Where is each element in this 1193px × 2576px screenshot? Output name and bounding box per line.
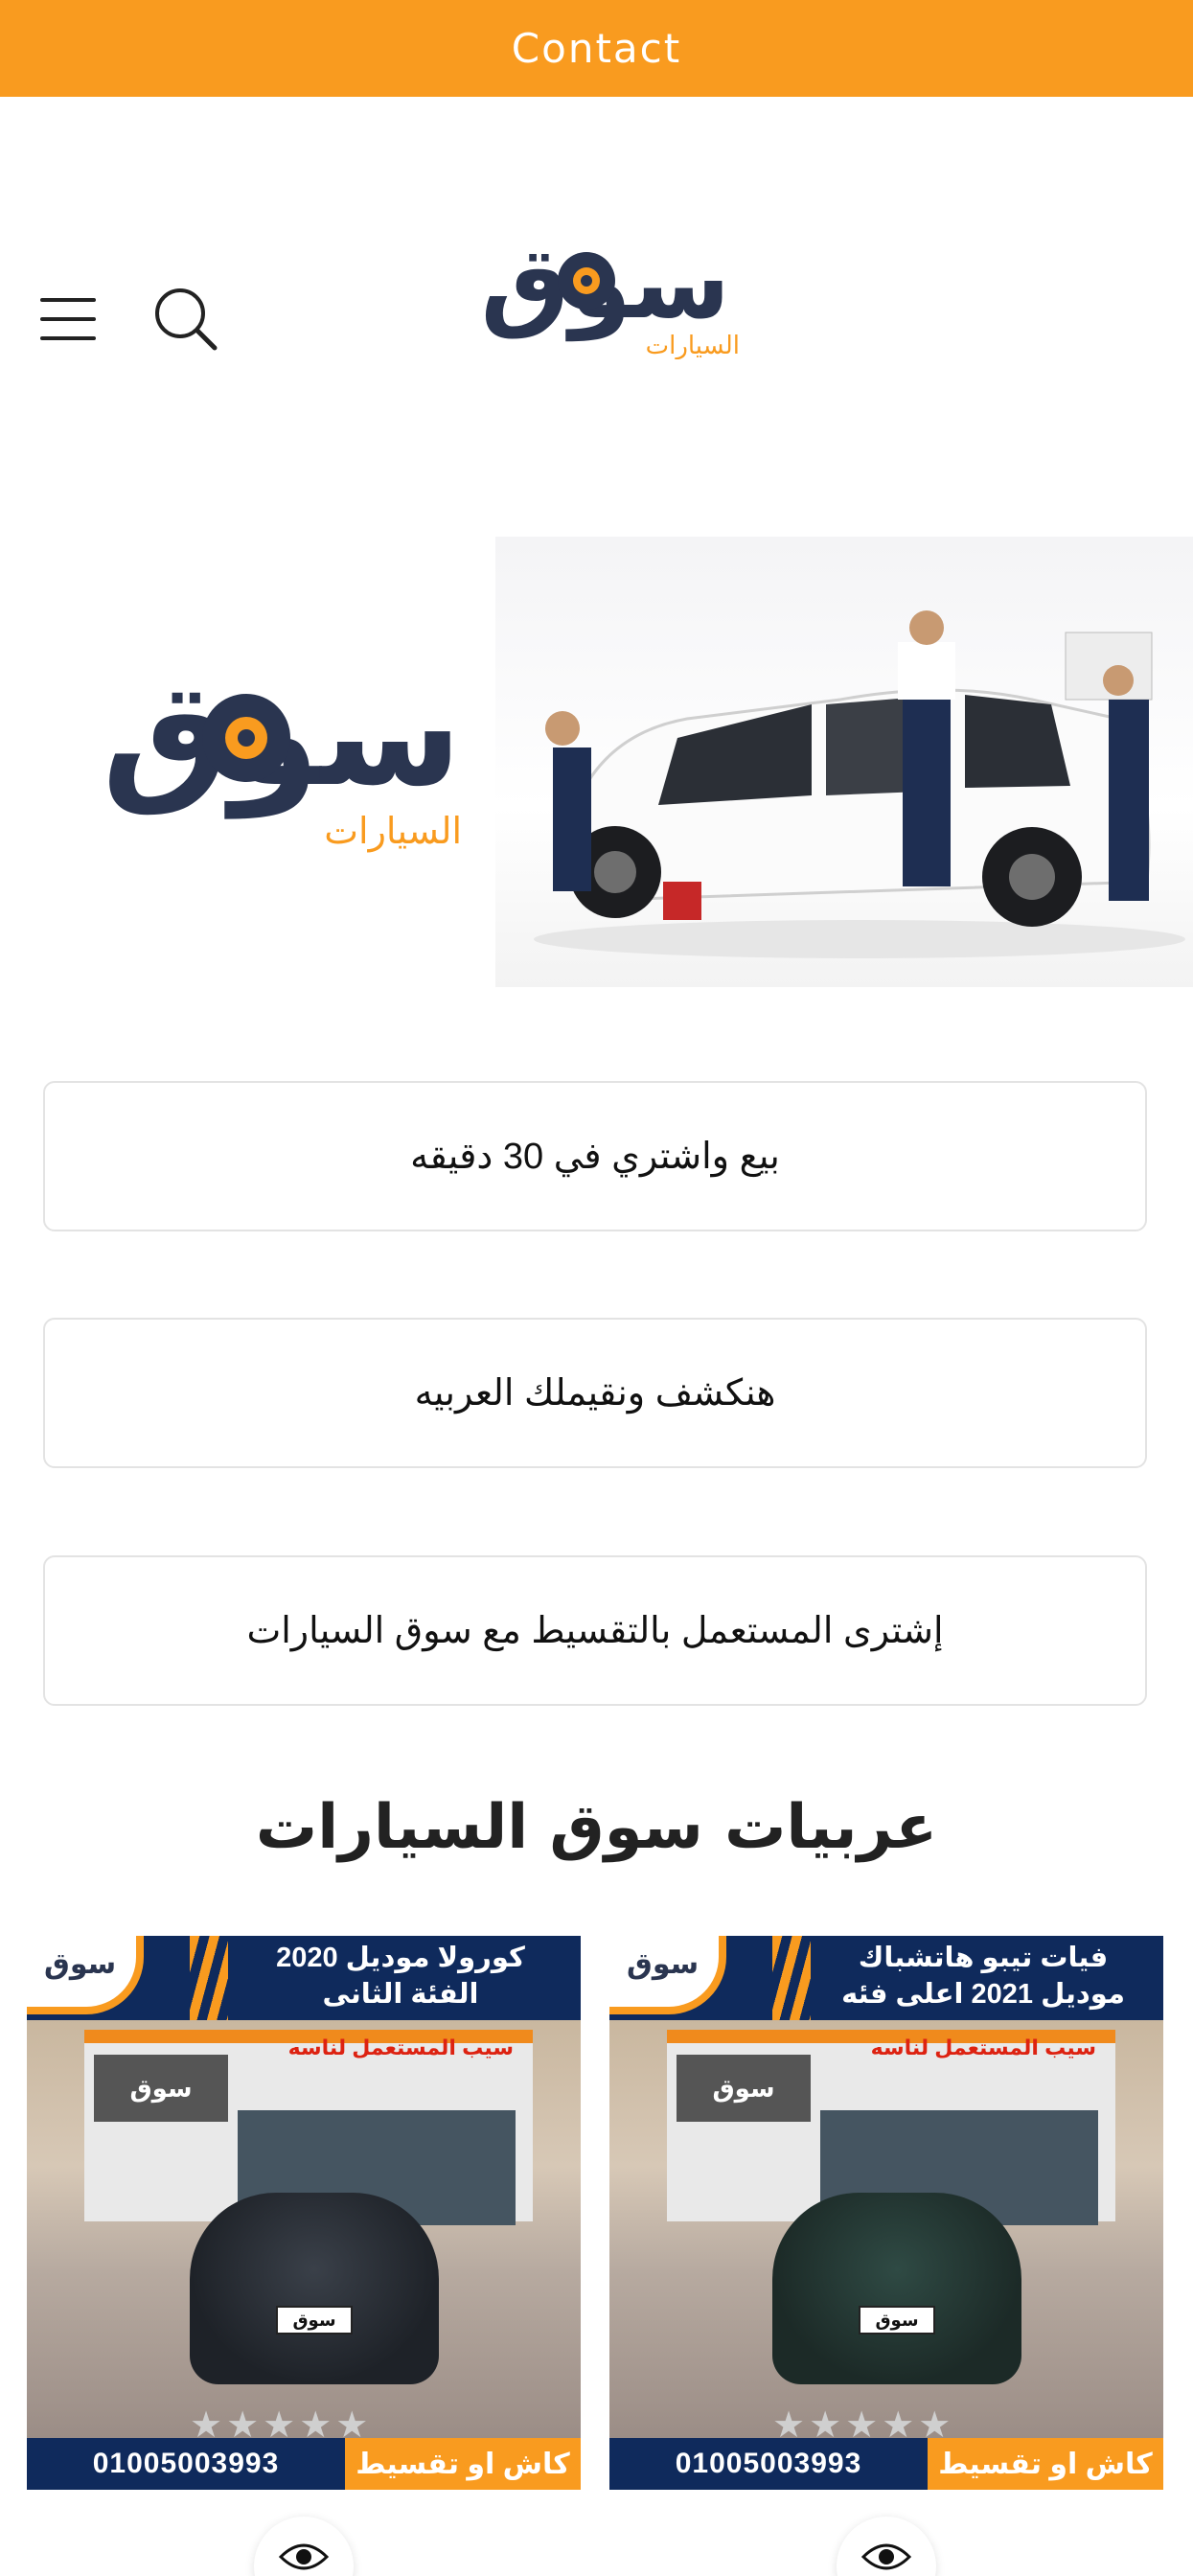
feature-inspection: هنكشف ونقيملك العربيه xyxy=(43,1318,1147,1468)
view-corolla-button[interactable] xyxy=(254,2517,354,2576)
mechanics-car-image xyxy=(495,537,1193,987)
car-card-fiat-tipo[interactable]: فيات تيبو هاتشباك موديل 2021 اعلى فئه سو… xyxy=(609,1936,1163,2490)
cars-section-title: عربيات سوق السيارات xyxy=(255,1792,938,1863)
feature-sell-buy: بيع واشتري في 30 دقيقه xyxy=(43,1081,1147,1231)
license-plate: سوق xyxy=(276,2306,353,2334)
car-image: سوق xyxy=(772,2193,1021,2384)
car-card-corolla[interactable]: كورولا موديل 2020 الفئة الثانى سوق سوق س… xyxy=(27,1936,581,2490)
hero-logo: سوق السيارات xyxy=(50,652,471,853)
eye-icon xyxy=(861,2543,911,2570)
contact-link[interactable]: Contact xyxy=(512,25,681,72)
site-header: سوق السيارات xyxy=(0,97,1193,538)
showroom-sign: سوق xyxy=(677,2055,811,2122)
cash-installment-label: كاش او تقسيط xyxy=(928,2438,1163,2490)
card-footer: 01005003993 كاش او تقسيط xyxy=(27,2438,581,2490)
phone-number: 01005003993 xyxy=(27,2438,345,2490)
showroom-slogan: سيب المستعمل لناسه xyxy=(287,2036,514,2059)
card-title-line1: كورولا موديل 2020 xyxy=(276,1943,525,1973)
eye-icon xyxy=(279,2543,329,2570)
card-title-line2: الفئة الثانى xyxy=(322,1979,479,2010)
phone-number: 01005003993 xyxy=(609,2438,928,2490)
showroom-slogan: سيب المستعمل لناسه xyxy=(870,2036,1096,2059)
card-title-line2: موديل 2021 اعلى فئه xyxy=(841,1979,1125,2010)
hamburger-menu-icon[interactable] xyxy=(40,298,96,340)
license-plate: سوق xyxy=(859,2306,935,2334)
card-title: كورولا موديل 2020 الفئة الثانى xyxy=(238,1940,563,2012)
car-image: سوق xyxy=(190,2193,439,2384)
logo-sub-text: السيارات xyxy=(646,332,740,359)
showroom-sign: سوق xyxy=(94,2055,228,2122)
car-photo: سوق سيب المستعمل لناسه سوق ★★★★★ xyxy=(27,2020,581,2446)
contact-bar: Contact xyxy=(0,0,1193,97)
view-fiat-button[interactable] xyxy=(837,2517,936,2576)
card-title: فيات تيبو هاتشباك موديل 2021 اعلى فئه xyxy=(820,1940,1146,2012)
hero-banner: سوق السيارات xyxy=(0,537,1193,987)
card-footer: 01005003993 كاش او تقسيط xyxy=(609,2438,1163,2490)
search-icon[interactable] xyxy=(151,285,218,352)
hero-logo-sub-text: السيارات xyxy=(324,810,462,852)
feature-installments: إشترى المستعمل بالتقسيط مع سوق السيارات xyxy=(43,1555,1147,1706)
cash-installment-label: كاش او تقسيط xyxy=(345,2438,581,2490)
card-title-line1: فيات تيبو هاتشباك xyxy=(858,1943,1109,1973)
car-photo: سوق سيب المستعمل لناسه سوق ★★★★★ xyxy=(609,2020,1163,2446)
site-logo[interactable]: سوق السيارات xyxy=(443,224,747,360)
